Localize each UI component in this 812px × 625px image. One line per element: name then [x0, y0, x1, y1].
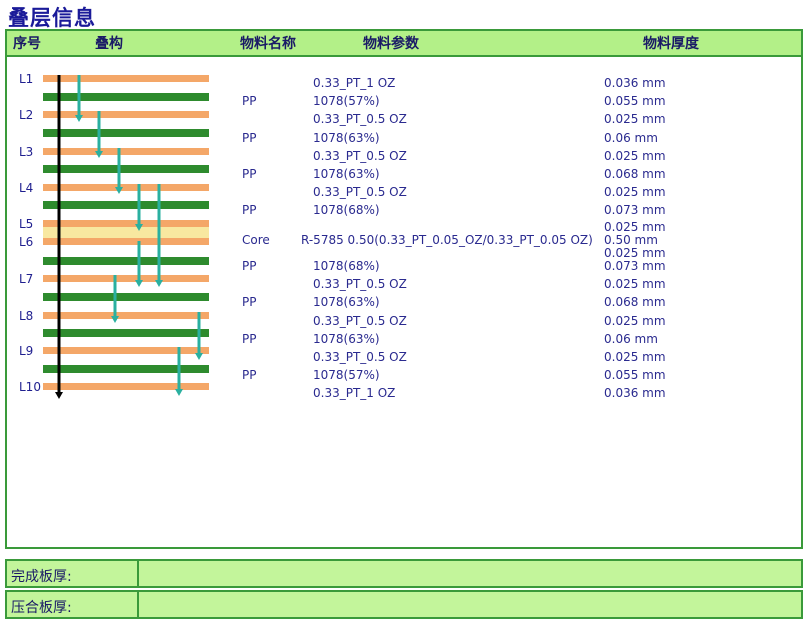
row-thickness: 0.025 mm	[604, 220, 666, 234]
row-param: R-5785 0.50(0.33_PT_0.05_OZ/0.33_PT_0.05…	[301, 233, 593, 247]
row-thickness: 0.50 mm	[604, 233, 658, 247]
copper-layer-9	[43, 347, 209, 354]
row-thickness: 0.025 mm	[604, 148, 666, 163]
laminated-thickness-value[interactable]	[139, 592, 801, 617]
row-thickness: 0.025 mm	[604, 246, 666, 260]
row-thickness: 0.025 mm	[604, 112, 666, 127]
row-thickness: 0.025 mm	[604, 350, 666, 364]
stackup-panel: 序号 叠构 物料名称 物料参数 物料厚度 L1 L2 L3 L4 L5 L6 L7 L8 L9 L…	[5, 29, 803, 549]
row-thickness: 0.068 mm	[604, 167, 666, 181]
dielectric-layer	[43, 165, 209, 173]
copper-layer-8	[43, 312, 209, 319]
laminated-thickness-label: 压合板厚:	[7, 592, 139, 617]
dielectric-layer	[43, 201, 209, 209]
row-material: Core	[242, 233, 270, 247]
row-material: PP	[242, 368, 257, 383]
row-param: 0.33_PT_0.5 OZ	[313, 313, 407, 328]
row-thickness: 0.025 mm	[604, 185, 666, 200]
row-param: 1078(57%)	[313, 94, 380, 109]
layer-label-4: L4	[19, 181, 33, 195]
row-param: 0.33_PT_0.5 OZ	[313, 277, 407, 292]
via-arrow-9-head	[175, 389, 183, 396]
row-param: 0.33_PT_0.5 OZ	[313, 148, 407, 163]
row-param: 1078(68%)	[313, 203, 380, 218]
row-material: PP	[242, 331, 257, 346]
through-via-arrow-head	[55, 392, 63, 399]
layer-label-3: L3	[19, 145, 33, 159]
dielectric-layer	[43, 93, 209, 101]
row-thickness: 0.036 mm	[604, 76, 666, 90]
page-title: 叠层信息	[8, 6, 96, 30]
layer-label-9: L9	[19, 344, 33, 358]
dielectric-layer	[43, 329, 209, 337]
row-thickness: 0.06 mm	[604, 331, 658, 346]
row-material: PP	[242, 203, 257, 218]
header-material-name: 物料名称	[240, 36, 296, 52]
row-param: 1078(63%)	[313, 295, 380, 310]
row-material: PP	[242, 295, 257, 310]
copper-layer-6	[43, 238, 209, 245]
row-param: 1078(63%)	[313, 331, 380, 346]
finished-thickness-label: 完成板厚:	[7, 561, 139, 586]
row-material: PP	[242, 130, 257, 145]
row-thickness: 0.055 mm	[604, 368, 666, 383]
layer-label-6: L6	[19, 235, 33, 249]
row-thickness: 0.073 mm	[604, 259, 666, 273]
row-thickness: 0.06 mm	[604, 130, 658, 145]
finished-thickness-row: 完成板厚:	[5, 559, 803, 588]
row-param: 1078(63%)	[313, 130, 380, 145]
finished-thickness-value[interactable]	[139, 561, 801, 586]
row-thickness: 0.036 mm	[604, 386, 666, 401]
row-thickness: 0.025 mm	[604, 313, 666, 328]
row-param: 0.33_PT_0.5 OZ	[313, 350, 407, 364]
copper-layer-3	[43, 148, 209, 155]
layer-label-7: L7	[19, 272, 33, 286]
row-material: PP	[242, 259, 257, 273]
row-material: PP	[242, 167, 257, 181]
via-arrow-5-head	[155, 280, 163, 287]
copper-layer-7	[43, 275, 209, 282]
copper-layer-4	[43, 184, 209, 191]
layer-label-10: L10	[19, 380, 41, 394]
layer-label-8: L8	[19, 309, 33, 323]
row-material: PP	[242, 94, 257, 109]
row-param: 0.33_PT_0.5 OZ	[313, 185, 407, 200]
dielectric-layer	[43, 365, 209, 373]
row-param: 0.33_PT_1 OZ	[313, 76, 396, 90]
laminated-thickness-row: 压合板厚:	[5, 590, 803, 619]
via-arrow-8-head	[195, 353, 203, 360]
row-thickness: 0.073 mm	[604, 203, 666, 218]
via-arrow-6-head	[135, 280, 143, 287]
copper-layer-1	[43, 75, 209, 82]
row-param: 1078(63%)	[313, 167, 380, 181]
header-material-thickness: 物料厚度	[643, 36, 699, 52]
dielectric-layer	[43, 293, 209, 301]
row-param: 1078(68%)	[313, 259, 380, 273]
layer-label-2: L2	[19, 108, 33, 122]
header-material-param: 物料参数	[363, 36, 419, 52]
row-thickness: 0.068 mm	[604, 295, 666, 310]
row-param: 0.33_PT_1 OZ	[313, 386, 396, 401]
dielectric-layer	[43, 257, 209, 265]
via-arrow-7-head	[111, 316, 119, 323]
row-param: 0.33_PT_0.5 OZ	[313, 112, 407, 127]
dielectric-layer	[43, 129, 209, 137]
layer-label-1: L1	[19, 72, 33, 86]
copper-layer-10	[43, 383, 209, 390]
row-thickness: 0.025 mm	[604, 277, 666, 292]
row-param: 1078(57%)	[313, 368, 380, 383]
stackup-diagram: L1 L2 L3 L4 L5 L6 L7 L8 L9 L10	[19, 72, 209, 399]
copper-layer-2	[43, 111, 209, 118]
layer-label-5: L5	[19, 217, 33, 231]
via-arrow-1-head	[75, 115, 83, 122]
row-thickness: 0.055 mm	[604, 94, 666, 109]
copper-layer-5	[43, 220, 209, 227]
